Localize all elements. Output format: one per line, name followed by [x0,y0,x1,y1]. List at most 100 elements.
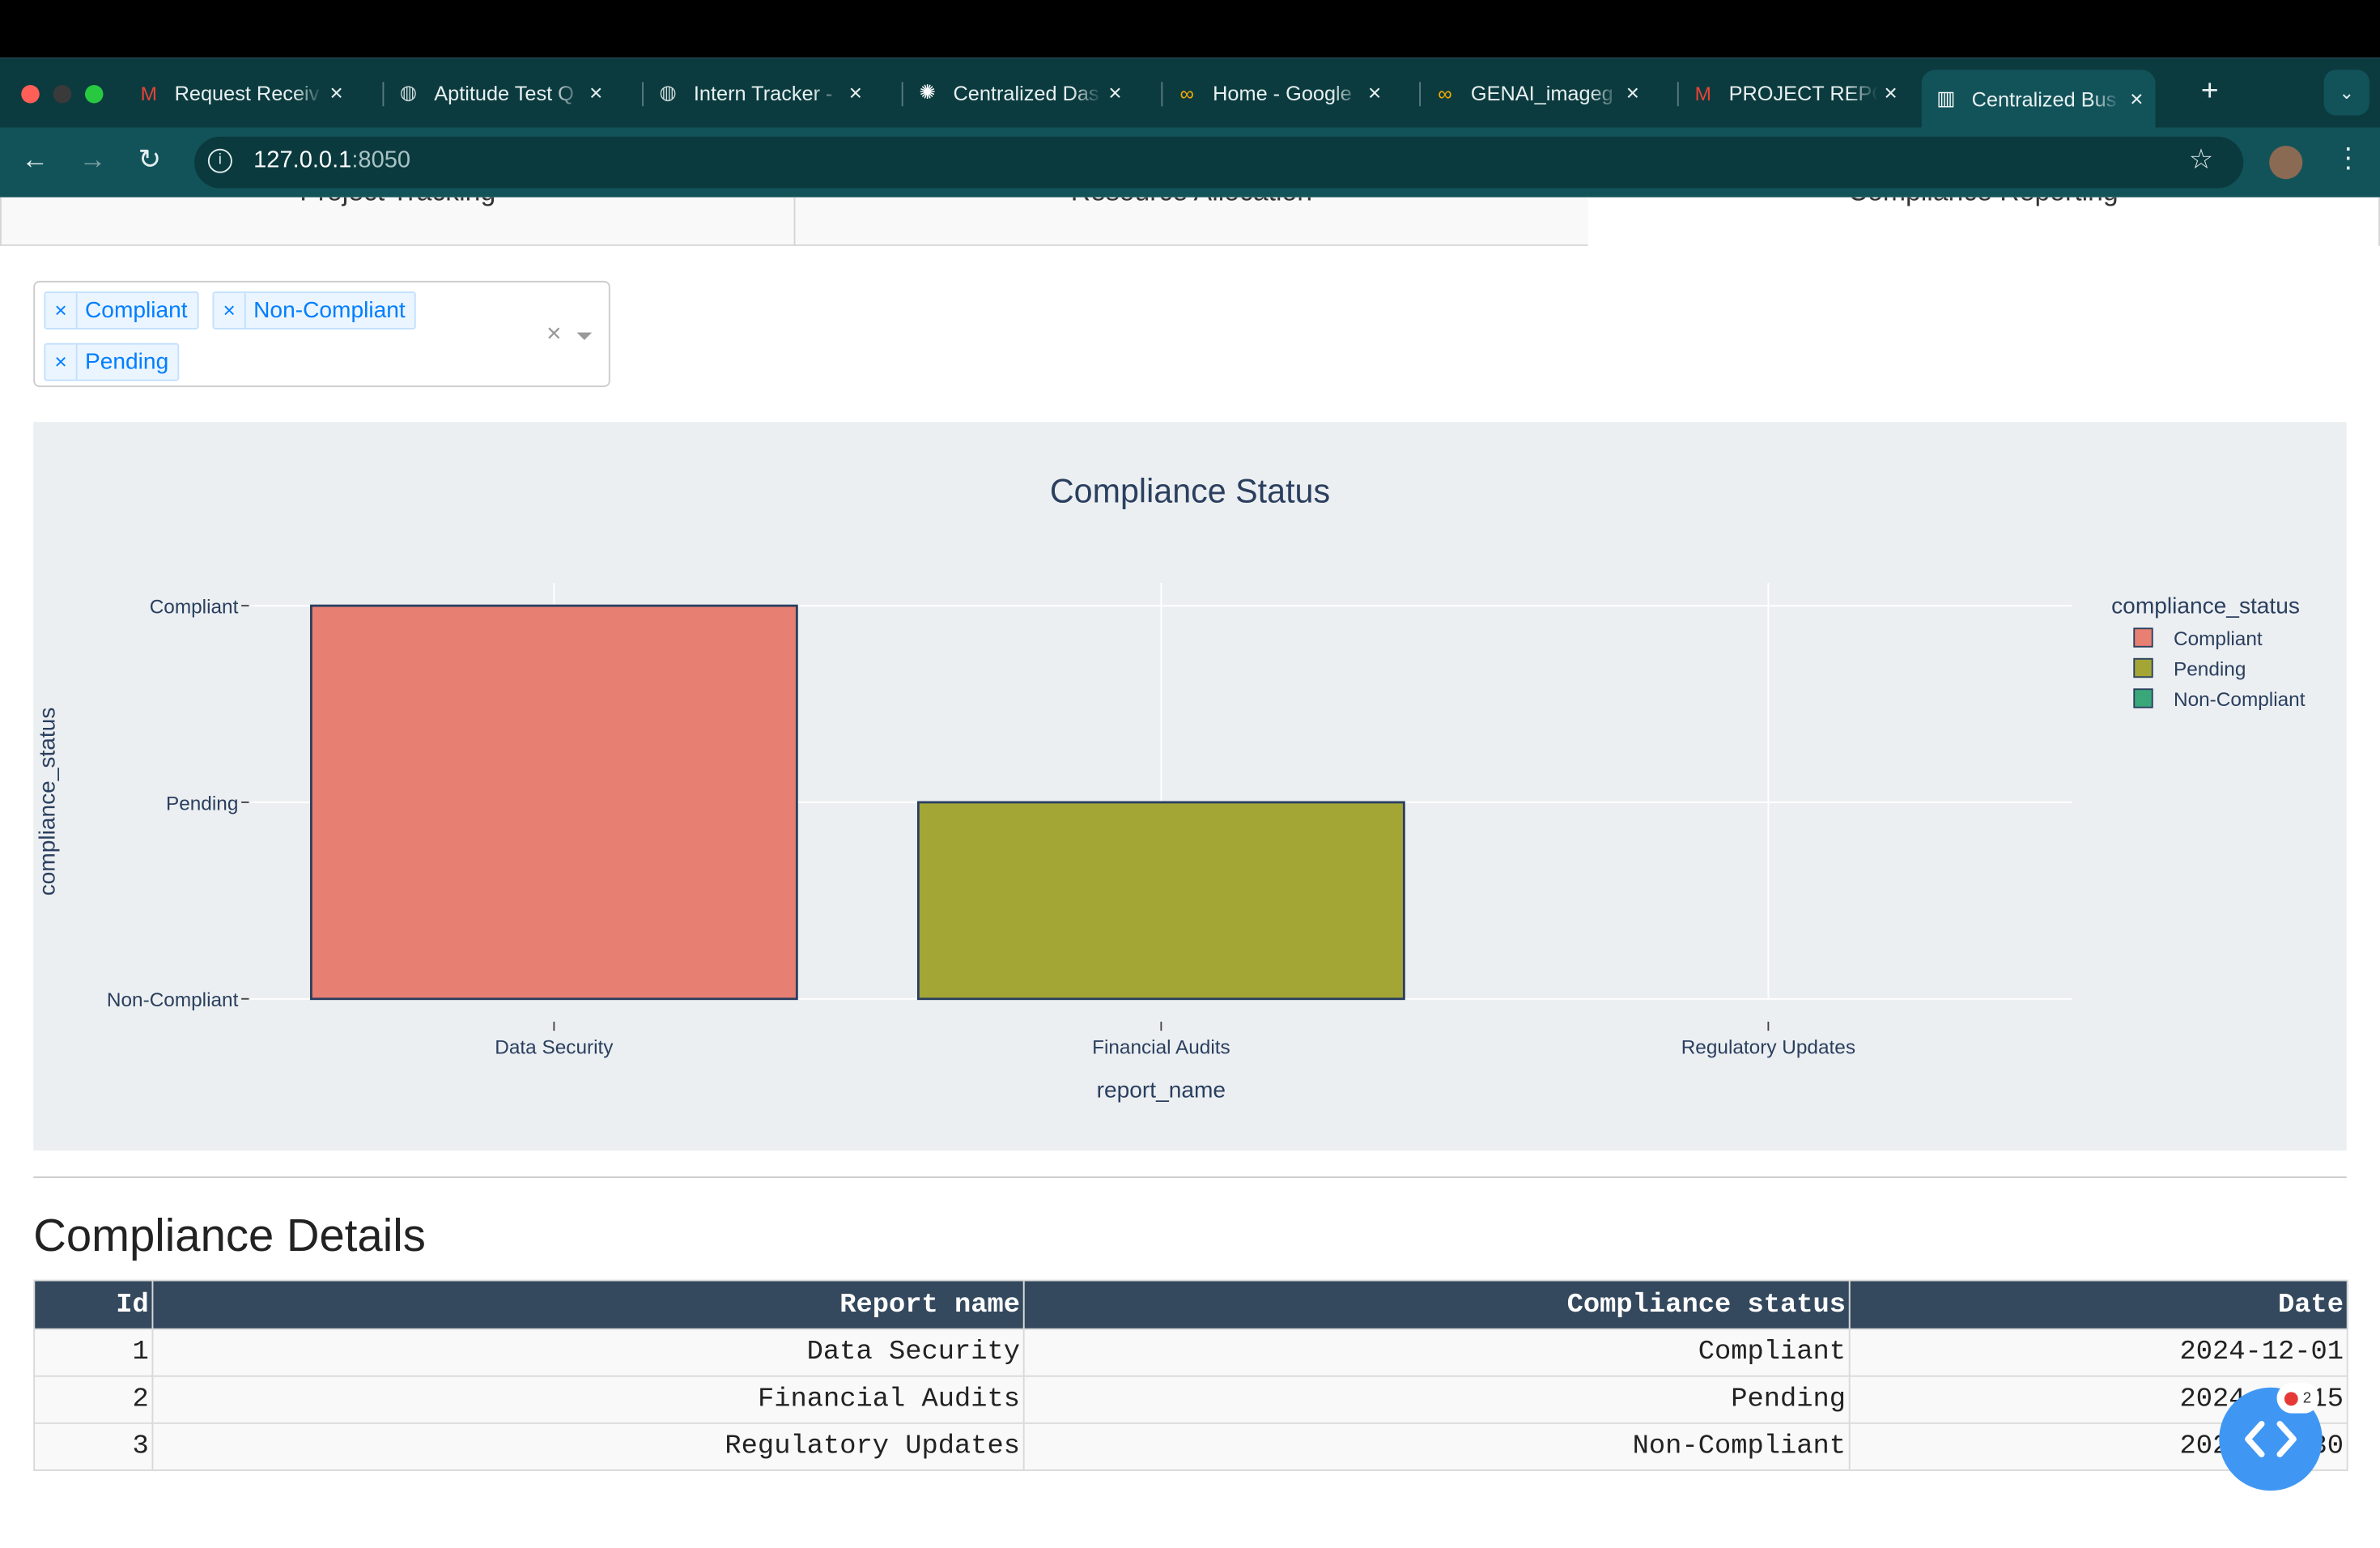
colab-icon: ∞ [1438,81,1452,104]
new-tab-icon[interactable]: + [2201,74,2219,109]
table-cell[interactable]: Non-Compliant [1022,1422,1851,1471]
table-cell[interactable]: Pending [1022,1375,1851,1424]
tab-separator [382,82,385,107]
close-tab-icon[interactable]: × [1108,79,1121,105]
browser-menu-icon[interactable]: ⋮ [2335,142,2362,174]
tab-separator [901,82,903,107]
colab-icon: ∞ [1179,81,1194,104]
close-tab-icon[interactable]: × [1626,79,1639,105]
browser-tab[interactable]: ◍ Aptitude Test Q × [396,70,623,115]
tab-title: Home - Google [1213,81,1352,104]
close-window-icon[interactable] [21,85,40,104]
close-tab-icon[interactable]: × [1884,79,1897,105]
profile-avatar[interactable] [2269,146,2303,180]
column-header-id[interactable]: Id [33,1279,154,1330]
browser-tab[interactable]: M PROJECT REPO × [1691,70,1919,115]
table-cell[interactable]: 1 [33,1328,154,1377]
browser-tab[interactable]: ∞ Home - Google × [1175,70,1402,115]
x-axis-title: report_name [1097,1078,1226,1103]
url-port: :8050 [351,147,411,173]
tab-separator [1161,82,1163,107]
clear-all-icon[interactable]: × [546,319,562,350]
browser-tab[interactable]: ✺ Centralized Das × [916,70,1143,115]
dropdown-arrow-icon[interactable] [576,332,593,340]
close-tab-icon[interactable]: × [589,79,602,105]
table-row: 2 Financial Audits Pending 2024-11-15 [33,1375,2348,1424]
table-header-row: Id Report name Compliance status Date [33,1279,2348,1330]
minimize-window-icon[interactable] [53,85,72,104]
table-cell[interactable]: 2 [33,1375,154,1424]
browser-tab[interactable]: ▥ Centralized Bus × [1921,70,2156,128]
table-cell[interactable]: Data Security [151,1328,1025,1377]
site-info-icon[interactable]: i [207,148,232,173]
legend-swatch [2133,627,2153,648]
dash-icon: ▥ [1936,86,1956,109]
tab-resource-allocation[interactable]: Resource Allocation [793,197,1590,246]
chip-non-compliant: × Non-Compliant [212,291,416,330]
tab-separator [642,82,644,107]
top-black-bar [0,0,2380,58]
column-header-compliance-status[interactable]: Compliance status [1022,1279,1851,1330]
tab-title: GENAI_imageg [1470,81,1613,104]
y-tick-label: Pending [166,793,238,814]
x-tick-label: Regulatory Updates [1681,1036,1855,1058]
browser-tab[interactable]: ◍ Intern Tracker - × [656,70,883,115]
table-cell[interactable]: 2024-12-01 [1848,1328,2348,1377]
table-cell[interactable]: 3 [33,1422,154,1471]
close-tab-icon[interactable]: × [849,79,862,105]
close-tab-icon[interactable]: × [2130,86,2143,112]
reload-icon[interactable]: ↻ [138,144,161,176]
page-tabs: Project Tracking Resource Allocation Com… [0,197,2380,248]
chip-pending: × Pending [44,342,180,381]
tab-separator [1419,82,1421,107]
remove-chip-icon[interactable]: × [214,292,246,328]
table-cell[interactable]: Compliant [1022,1328,1851,1377]
back-icon[interactable]: ← [21,144,49,176]
chart-area: Compliance Status report_name compliance… [33,422,2347,1151]
column-header-date[interactable]: Date [1848,1279,2348,1330]
details-heading: Compliance Details [33,1211,426,1262]
legend-swatch [2133,688,2153,708]
address-bar[interactable] [194,136,2244,189]
bookmark-star-icon[interactable]: ☆ [2189,144,2213,176]
chip-label: Pending [85,349,169,376]
url-text[interactable]: 127.0.0.1:8050 [253,147,410,175]
close-tab-icon[interactable]: × [1368,79,1381,105]
divider [33,1176,2347,1178]
tab-separator [1677,82,1679,107]
tab-label: Project Tracking [2,198,794,208]
legend-swatch [2133,657,2153,678]
tab-compliance-reporting[interactable]: Compliance Reporting [1587,197,2380,246]
error-dot-icon [2284,1391,2299,1406]
tab-title: Request Receiv [174,81,320,104]
maximize-window-icon[interactable] [85,85,104,104]
tab-title: Centralized Bus [1971,87,2117,110]
screen: M Request Receiv × ◍ Aptitude Test Q × ◍ Intern… [0,0,2380,1547]
gmail-icon: M [1694,81,1711,104]
table-row: 1 Data Security Compliant 2024-12-01 [33,1328,2348,1377]
y-tick-label: Non-Compliant [107,989,239,1011]
status-filter-dropdown[interactable]: × Compliant × Non-Compliant × Pending × [33,280,610,388]
tab-project-tracking[interactable]: Project Tracking [0,197,796,246]
table-cell[interactable]: Regulatory Updates [151,1422,1025,1471]
close-tab-icon[interactable]: × [329,79,342,105]
forward-icon[interactable]: → [79,144,107,176]
bar-data-security [309,604,798,1001]
debug-error-badge: 2 [2276,1383,2319,1414]
column-header-report-name[interactable]: Report name [151,1279,1025,1330]
table-cell[interactable]: Financial Audits [151,1375,1025,1424]
compliance-details-table: Id Report name Compliance status Date 1 … [33,1279,2348,1471]
tab-search-icon[interactable]: ⌄ [2323,70,2369,116]
browser-tab[interactable]: ∞ GENAI_imageg × [1433,70,1660,115]
remove-chip-icon[interactable]: × [45,292,78,328]
tab-title: Centralized Das [953,81,1099,104]
tab-label: Resource Allocation [796,198,1588,208]
bar-financial-audits [916,801,1405,1001]
table-row: 3 Regulatory Updates Non-Compliant 2024-… [33,1422,2348,1471]
openai-icon: ✺ [919,80,936,104]
url-host: 127.0.0.1 [253,147,352,173]
error-count: 2 [2302,1389,2312,1407]
remove-chip-icon[interactable]: × [45,344,78,380]
browser-tab[interactable]: M Request Receiv × [137,70,364,115]
chip-compliant: × Compliant [44,291,198,330]
